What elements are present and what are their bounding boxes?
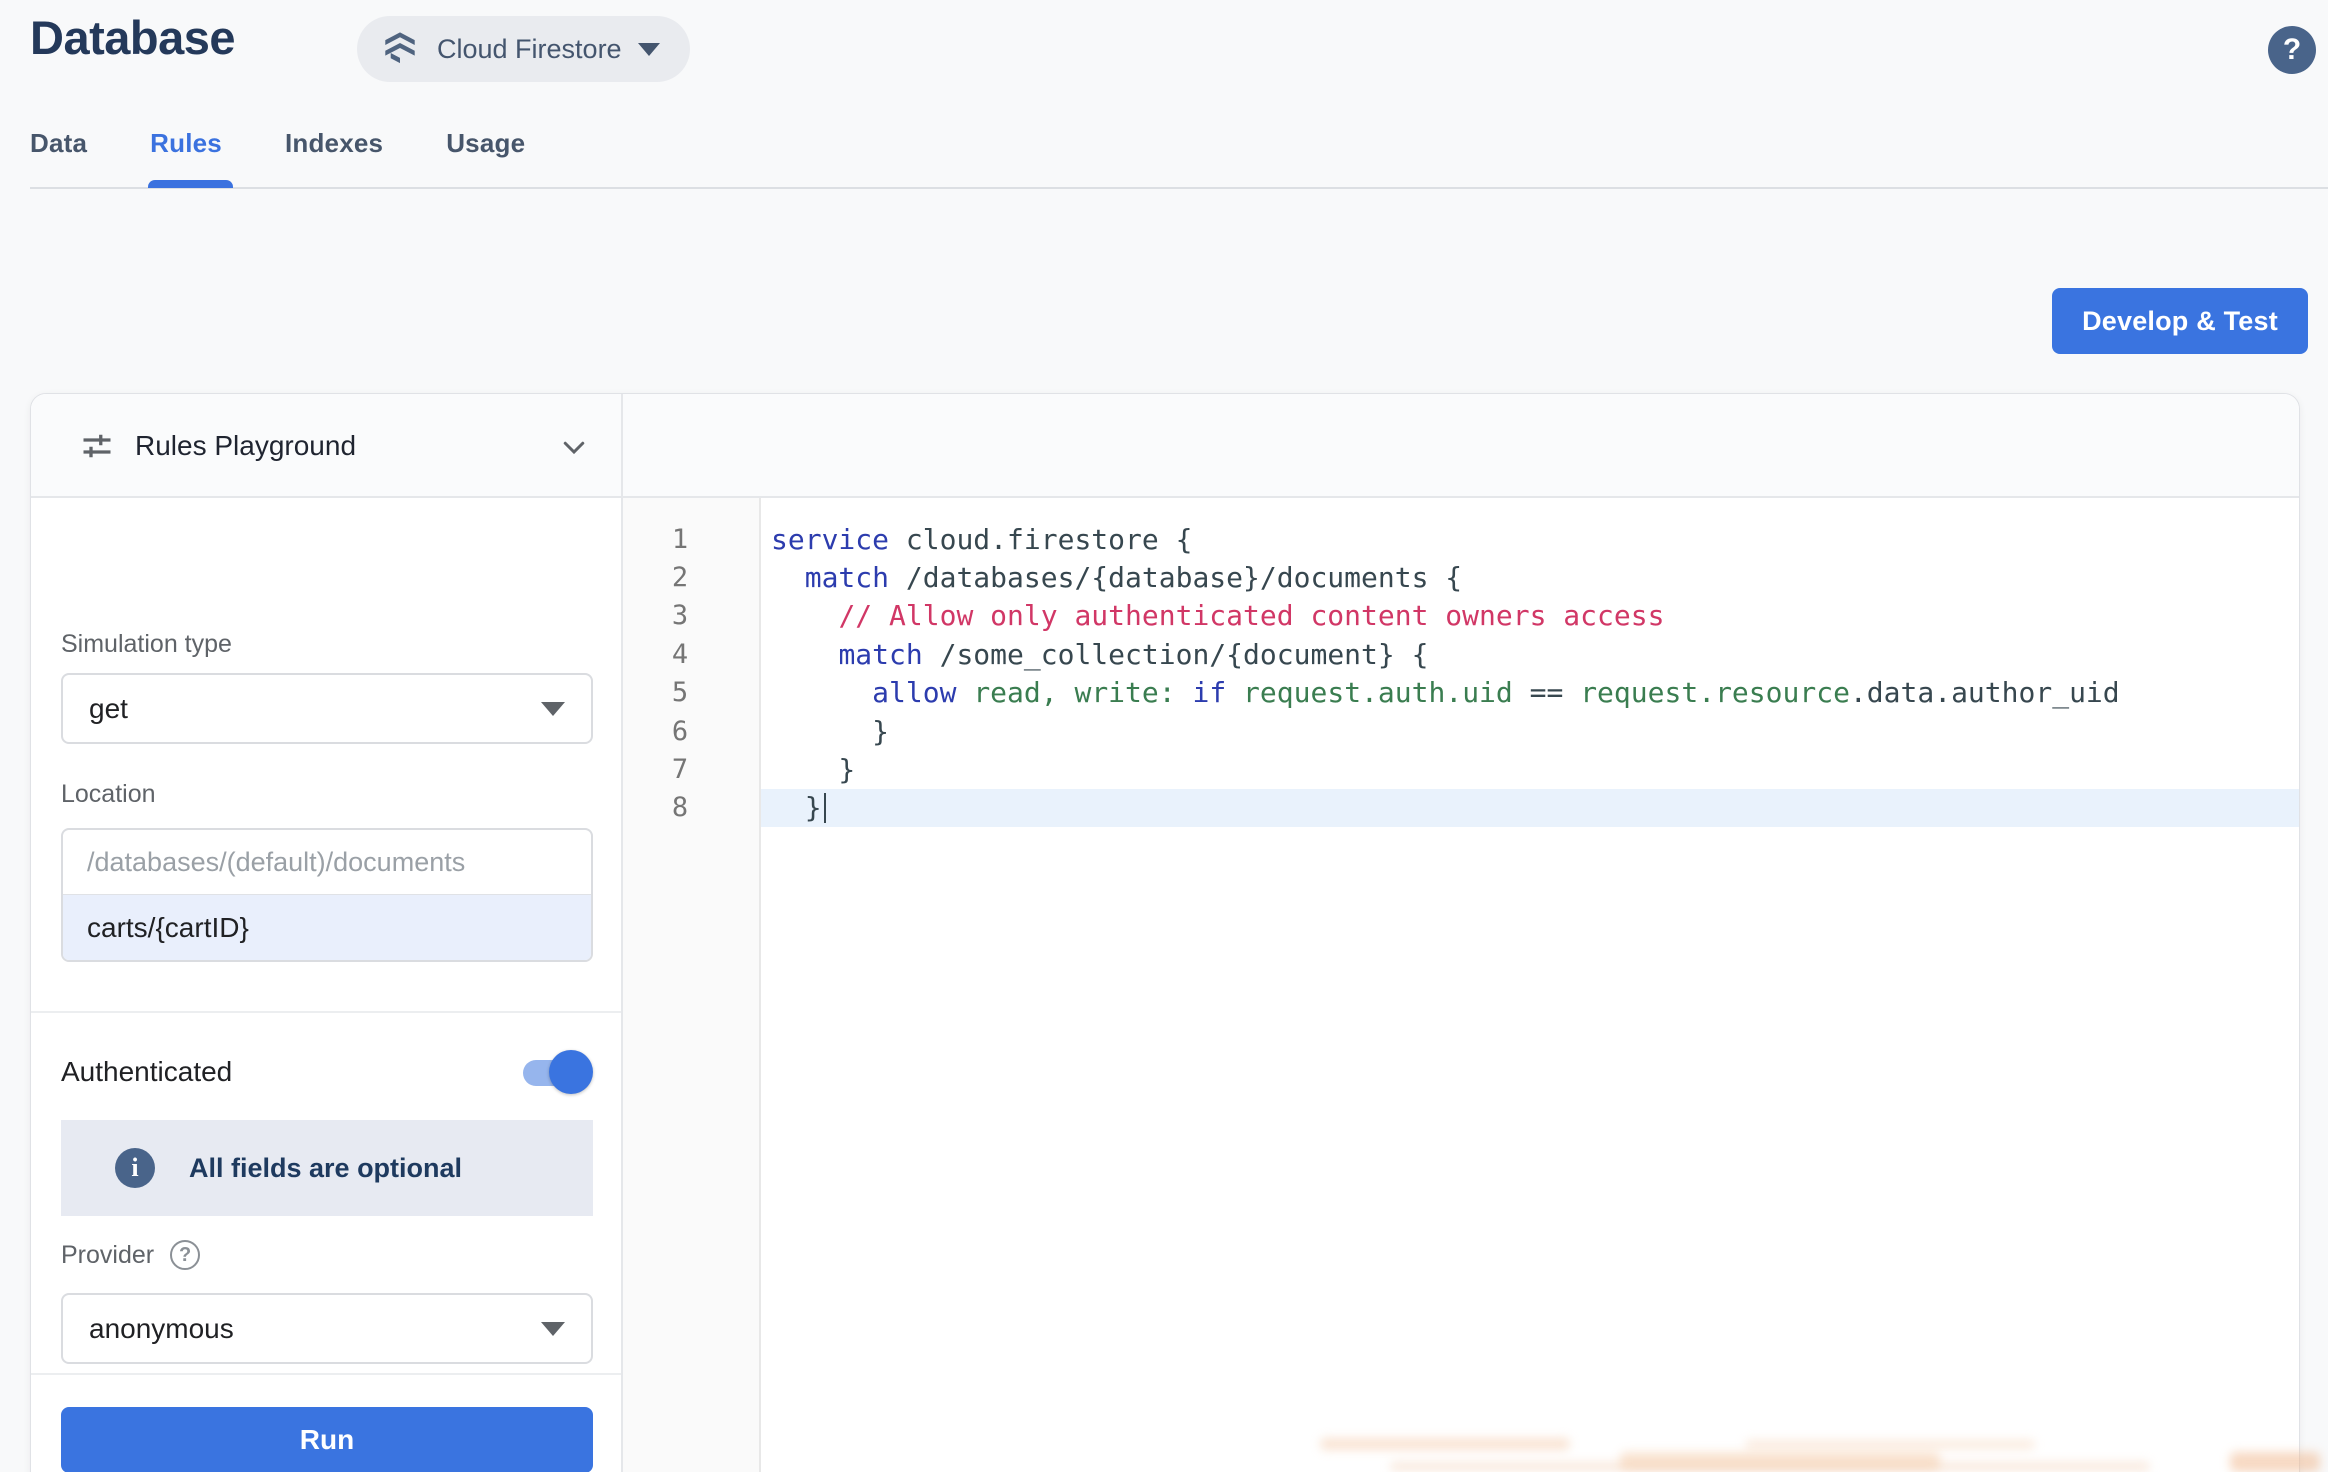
line-number: 1: [623, 524, 761, 555]
simulation-type-select[interactable]: get: [61, 673, 593, 744]
line-number: 7: [623, 754, 761, 785]
info-icon: i: [115, 1148, 155, 1188]
code-area[interactable]: 1service cloud.firestore {2 match /datab…: [623, 498, 2299, 827]
code-line-content[interactable]: // Allow only authenticated content owne…: [761, 597, 2299, 635]
code-line-content[interactable]: allow read, write: if request.auth.uid =…: [761, 674, 2299, 712]
product-chip-label: Cloud Firestore: [437, 34, 622, 65]
tab-data[interactable]: Data: [30, 128, 87, 183]
simulation-type-label: Simulation type: [61, 630, 232, 659]
tabs-divider: [30, 187, 2328, 189]
product-selector-chip[interactable]: Cloud Firestore: [357, 16, 690, 82]
code-line[interactable]: 7 }: [623, 750, 2299, 788]
rules-card: Rules Playground Simulation type get Loc…: [30, 393, 2300, 1472]
location-field[interactable]: /databases/(default)/documents carts/{ca…: [61, 828, 593, 962]
develop-test-button[interactable]: Develop & Test: [2052, 288, 2308, 354]
page-title: Database: [30, 10, 235, 65]
help-icon[interactable]: ?: [2268, 26, 2316, 74]
info-banner-text: All fields are optional: [189, 1153, 462, 1184]
code-line[interactable]: 8 }: [623, 789, 2299, 827]
line-number: 5: [623, 677, 761, 708]
info-banner: i All fields are optional: [61, 1120, 593, 1216]
tab-usage[interactable]: Usage: [446, 128, 525, 183]
collapse-chevron-icon[interactable]: [559, 432, 589, 462]
code-line[interactable]: 6 }: [623, 712, 2299, 750]
chevron-down-icon: [638, 43, 660, 56]
line-number: 2: [623, 562, 761, 593]
run-button[interactable]: Run: [61, 1407, 593, 1472]
rules-playground-header[interactable]: Rules Playground: [31, 394, 623, 496]
firestore-icon: [379, 28, 421, 70]
code-line-content[interactable]: match /databases/{database}/documents {: [761, 558, 2299, 596]
rules-playground-panel: Simulation type get Location /databases/…: [31, 498, 623, 1472]
line-number: 8: [623, 792, 761, 823]
code-line[interactable]: 2 match /databases/{database}/documents …: [623, 558, 2299, 596]
location-input[interactable]: carts/{cartID}: [63, 895, 591, 960]
simulation-type-value: get: [89, 693, 541, 725]
provider-help-icon[interactable]: ?: [170, 1240, 200, 1270]
code-line-content[interactable]: service cloud.firestore {: [761, 520, 2299, 558]
authenticated-label: Authenticated: [61, 1056, 523, 1088]
dropdown-arrow-icon: [541, 702, 565, 716]
authenticated-toggle[interactable]: [523, 1050, 593, 1094]
location-placeholder: /databases/(default)/documents: [63, 830, 591, 895]
code-line[interactable]: 1service cloud.firestore {: [623, 520, 2299, 558]
toggle-knob: [549, 1050, 593, 1094]
panel-divider: [31, 1011, 621, 1013]
code-line[interactable]: 4 match /some_collection/{document} {: [623, 635, 2299, 673]
code-line-content[interactable]: match /some_collection/{document} {: [761, 635, 2299, 673]
code-line-content[interactable]: }: [761, 789, 2299, 827]
line-number: 4: [623, 639, 761, 670]
tab-rules[interactable]: Rules: [150, 128, 222, 183]
tune-icon: [79, 428, 115, 464]
rules-code-editor[interactable]: 1service cloud.firestore {2 match /datab…: [623, 498, 2299, 1472]
code-line[interactable]: 5 allow read, write: if request.auth.uid…: [623, 674, 2299, 712]
code-line-content[interactable]: }: [761, 750, 2299, 788]
active-tab-indicator: [148, 180, 233, 188]
location-label: Location: [61, 780, 156, 809]
rules-playground-title: Rules Playground: [135, 430, 356, 462]
line-number: 3: [623, 600, 761, 631]
text-cursor: [824, 793, 826, 823]
editor-toolbar: [623, 394, 2299, 496]
panel-divider: [31, 1373, 621, 1375]
provider-select[interactable]: anonymous: [61, 1293, 593, 1364]
dropdown-arrow-icon: [541, 1322, 565, 1336]
tab-indexes[interactable]: Indexes: [285, 128, 383, 183]
code-line-content[interactable]: }: [761, 712, 2299, 750]
line-number: 6: [623, 716, 761, 747]
tab-bar: Data Rules Indexes Usage: [30, 128, 525, 183]
provider-label: Provider: [61, 1241, 154, 1270]
provider-value: anonymous: [89, 1313, 541, 1345]
card-header: Rules Playground: [31, 394, 2299, 498]
code-line[interactable]: 3 // Allow only authenticated content ow…: [623, 597, 2299, 635]
